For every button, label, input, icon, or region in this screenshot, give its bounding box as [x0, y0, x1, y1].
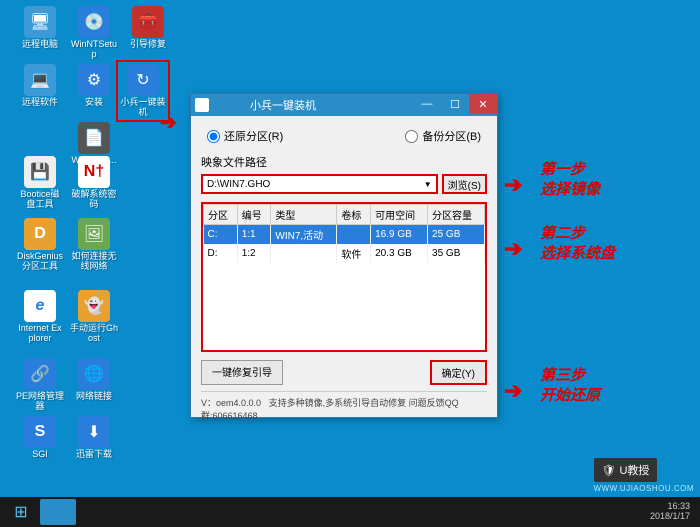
col-type[interactable]: 类型 [271, 205, 337, 225]
sgi-icon: S [35, 423, 46, 441]
annotation-step2: 第二步选择系统盘 [540, 224, 615, 263]
annotation-step3: 第三步开始还原 [540, 366, 600, 405]
computer-icon: 🖥 [30, 12, 50, 32]
network-icon: 🔗 [30, 364, 50, 384]
desktop-icon[interactable]: 🧰引导修复 [124, 6, 172, 50]
status-bar: V：oem4.0.0.0 支持多种镜像,多系统引导自动修复 问题反馈QQ群:60… [201, 391, 487, 422]
desktop-icon[interactable]: SSGI [16, 416, 64, 460]
window-title: 小兵一键装机 [213, 97, 413, 113]
arrow-icon: ➔ [504, 172, 522, 198]
taskbar: ⊞ 16:33 2018/1/17 [0, 497, 700, 527]
titlebar[interactable]: 小兵一键装机 — ☐ ✕ [191, 94, 497, 116]
pointer-arrow-icon: ➔ [160, 110, 177, 135]
close-button[interactable]: ✕ [469, 94, 497, 114]
start-button[interactable]: ⊞ [4, 499, 38, 525]
maximize-button[interactable]: ☐ [441, 94, 469, 114]
desktop-icon[interactable]: 💻远程软件 [16, 64, 64, 108]
download-icon: ⬇ [87, 422, 100, 442]
minimize-button[interactable]: — [413, 94, 441, 114]
desktop-icon[interactable]: 🖥远程电脑 [16, 6, 64, 50]
arrow-icon: ➔ [504, 236, 522, 262]
logo-icon: 🛡 [602, 464, 616, 477]
file-icon: 📄 [84, 128, 104, 148]
arrow-icon: ➔ [504, 378, 522, 404]
nt-icon: N† [84, 163, 104, 181]
desktop-icon[interactable]: 👻手动运行Ghost [70, 290, 118, 344]
table-row[interactable]: C:1:1WIN7,活动16.9 GB25 GB [204, 225, 485, 245]
col-volume[interactable]: 卷标 [337, 205, 371, 225]
desktop-icon[interactable]: DDiskGenius分区工具 [16, 218, 64, 272]
app-icon [195, 98, 209, 112]
desktop-icon[interactable]: 💿WinNTSetup [70, 6, 118, 60]
diskgenius-icon: D [34, 225, 46, 243]
ie-icon: e [36, 297, 45, 315]
desktop-icon[interactable]: 🖼如何连接无线网络 [70, 218, 118, 272]
taskbar-app-button[interactable] [40, 499, 76, 525]
gear-icon: ⚙ [87, 70, 101, 90]
image-path-combo[interactable]: D:\WIN7.GHO ▼ [201, 174, 438, 194]
desktop-icon[interactable]: 💾Bootice磁盘工具 [16, 156, 64, 210]
chevron-down-icon: ▼ [424, 180, 432, 189]
globe-icon: 🌐 [84, 364, 104, 384]
annotation-step1: 第一步选择镜像 [540, 160, 600, 199]
col-free[interactable]: 可用空间 [371, 205, 428, 225]
watermark: 🛡U教授 WWW.UJIAOSHOU.COM [594, 458, 695, 493]
image-path-value: D:\WIN7.GHO [207, 179, 270, 190]
desktop-icon[interactable]: N†破解系统密码 [70, 156, 118, 210]
partition-table[interactable]: 分区 编号 类型 卷标 可用空间 分区容量 C:1:1WIN7,活动16.9 G… [201, 202, 487, 352]
disc-icon: 💿 [84, 12, 104, 32]
ghost-icon: 👻 [84, 296, 104, 316]
toolbox-icon: 🧰 [138, 12, 158, 32]
desktop-icon[interactable]: eInternet Explorer [16, 290, 64, 344]
desktop-icon[interactable]: ⬇迅雷下载 [70, 416, 118, 460]
reload-icon: ↻ [136, 70, 149, 90]
ok-button[interactable]: 确定(Y) [430, 360, 487, 385]
restore-radio[interactable]: 还原分区(R) [207, 128, 283, 144]
image-icon: 🖼 [84, 224, 104, 244]
system-tray[interactable]: 16:33 2018/1/17 [650, 502, 696, 522]
repair-boot-button[interactable]: 一键修复引导 [201, 360, 283, 385]
desktop-icon[interactable]: 🔗PE网络管理器 [16, 358, 64, 412]
disk-icon: 💾 [30, 162, 50, 182]
table-row[interactable]: D:1:2软件20.3 GB35 GB [204, 244, 485, 263]
backup-radio[interactable]: 备份分区(B) [405, 128, 481, 144]
col-capacity[interactable]: 分区容量 [428, 205, 485, 225]
col-partition[interactable]: 分区 [204, 205, 238, 225]
col-number[interactable]: 编号 [237, 205, 271, 225]
remote-icon: 💻 [30, 70, 50, 90]
path-label: 映象文件路径 [201, 154, 487, 170]
desktop-icon[interactable]: ⚙安装 [70, 64, 118, 108]
desktop-icon[interactable]: 🌐网络链接 [70, 358, 118, 402]
browse-button[interactable]: 浏览(S) [442, 174, 487, 194]
installer-window: 小兵一键装机 — ☐ ✕ 还原分区(R) 备份分区(B) 映象文件路径 D:\W… [190, 93, 498, 418]
